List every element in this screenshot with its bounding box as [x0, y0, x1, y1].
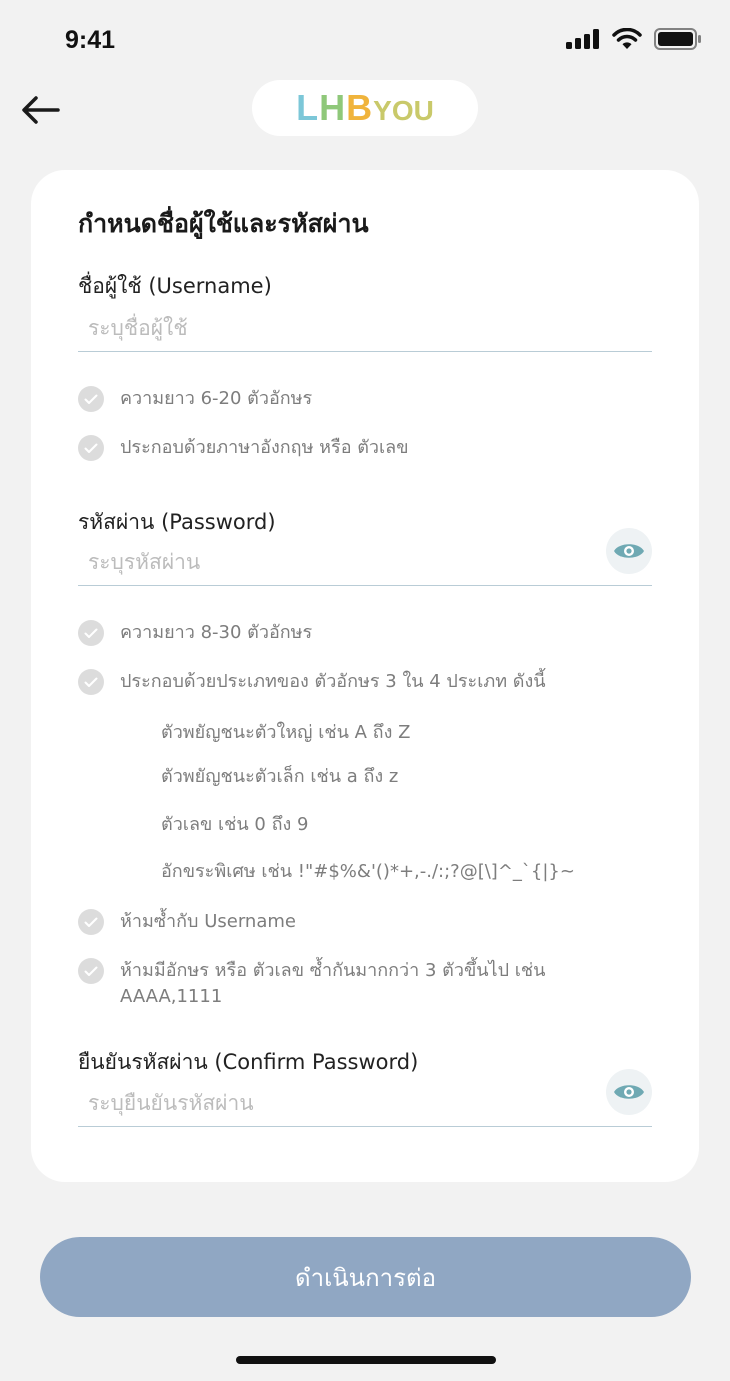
confirm-password-label: ยืนยันรหัสผ่าน (Confirm Password): [78, 1050, 419, 1074]
credentials-card: กำหนดชื่อผู้ใช้และรหัสผ่าน ชื่อผู้ใช้ (U…: [31, 170, 699, 1182]
rule-text: ห้ามซ้ำกับ Username: [120, 911, 296, 932]
confirm-password-field: [78, 1069, 652, 1127]
username-input[interactable]: [88, 306, 588, 350]
password-label: รหัสผ่าน (Password): [78, 510, 276, 534]
confirm-password-input[interactable]: [88, 1081, 588, 1125]
rule-text-line-2: AAAA,1111: [120, 986, 223, 1007]
rule-text: ประกอบด้วยภาษาอังกฤษ หรือ ตัวเลข: [120, 437, 409, 458]
eye-icon: [614, 1085, 644, 1099]
username-field: [78, 306, 652, 352]
password-visibility-toggle[interactable]: [606, 528, 652, 574]
check-circle-icon: [78, 620, 104, 646]
password-subrule-uppercase: ตัวพยัญชนะตัวใหญ่ เช่น A ถึง Z: [161, 722, 411, 743]
password-input[interactable]: [88, 540, 588, 584]
rule-text: ความยาว 6-20 ตัวอักษร: [120, 388, 313, 409]
check-circle-icon: [78, 435, 104, 461]
arrow-left-icon: [22, 96, 60, 124]
battery-icon: [654, 28, 701, 50]
password-field: [78, 528, 652, 586]
password-subrule-digits: ตัวเลข เช่น 0 ถึง 9: [161, 814, 309, 835]
eye-icon: [614, 544, 644, 558]
check-circle-icon: [78, 669, 104, 695]
username-label: ชื่อผู้ใช้ (Username): [78, 274, 272, 298]
rule-text: ความยาว 8-30 ตัวอักษร: [120, 622, 313, 643]
username-rule-charset: ประกอบด้วยภาษาอังกฤษ หรือ ตัวเลข: [78, 435, 409, 461]
status-icons: [566, 28, 702, 50]
page-title: กำหนดชื่อผู้ใช้และรหัสผ่าน: [78, 209, 369, 238]
password-rule-length: ความยาว 8-30 ตัวอักษร: [78, 620, 312, 646]
home-indicator: [236, 1356, 496, 1364]
password-subrule-lowercase: ตัวพยัญชนะตัวเล็ก เช่น a ถึง z: [161, 766, 399, 787]
check-circle-icon: [78, 958, 104, 984]
rule-text: ประกอบด้วยประเภทของ ตัวอักษร 3 ใน 4 ประเ…: [120, 671, 546, 692]
status-time: 9:41: [65, 26, 116, 54]
back-button[interactable]: [18, 90, 62, 130]
check-circle-icon: [78, 386, 104, 412]
username-rule-length: ความยาว 6-20 ตัวอักษร: [78, 386, 312, 412]
password-subrule-special: อักขระพิเศษ เช่น !"#$%&'()*+,-./:;?@[\]^…: [161, 861, 575, 882]
rule-text: ห้ามมีอักษร หรือ ตัวเลข ซ้ำกันมากกว่า 3 …: [120, 958, 545, 1010]
continue-button[interactable]: ดำเนินการต่อ: [40, 1237, 691, 1317]
password-rule-types: ประกอบด้วยประเภทของ ตัวอักษร 3 ใน 4 ประเ…: [78, 669, 546, 695]
app-logo: LHBYOU: [252, 80, 478, 136]
check-circle-icon: [78, 909, 104, 935]
confirm-password-visibility-toggle[interactable]: [606, 1069, 652, 1115]
wifi-icon: [612, 28, 642, 49]
password-rule-not-username: ห้ามซ้ำกับ Username: [78, 909, 296, 935]
rule-text-line-1: ห้ามมีอักษร หรือ ตัวเลข ซ้ำกันมากกว่า 3 …: [120, 960, 546, 981]
logo-text: LHBYOU: [296, 87, 434, 128]
status-bar: 9:41: [0, 0, 730, 80]
signal-icon: [566, 29, 599, 49]
password-rule-no-repeat: ห้ามมีอักษร หรือ ตัวเลข ซ้ำกันมากกว่า 3 …: [78, 958, 545, 1010]
